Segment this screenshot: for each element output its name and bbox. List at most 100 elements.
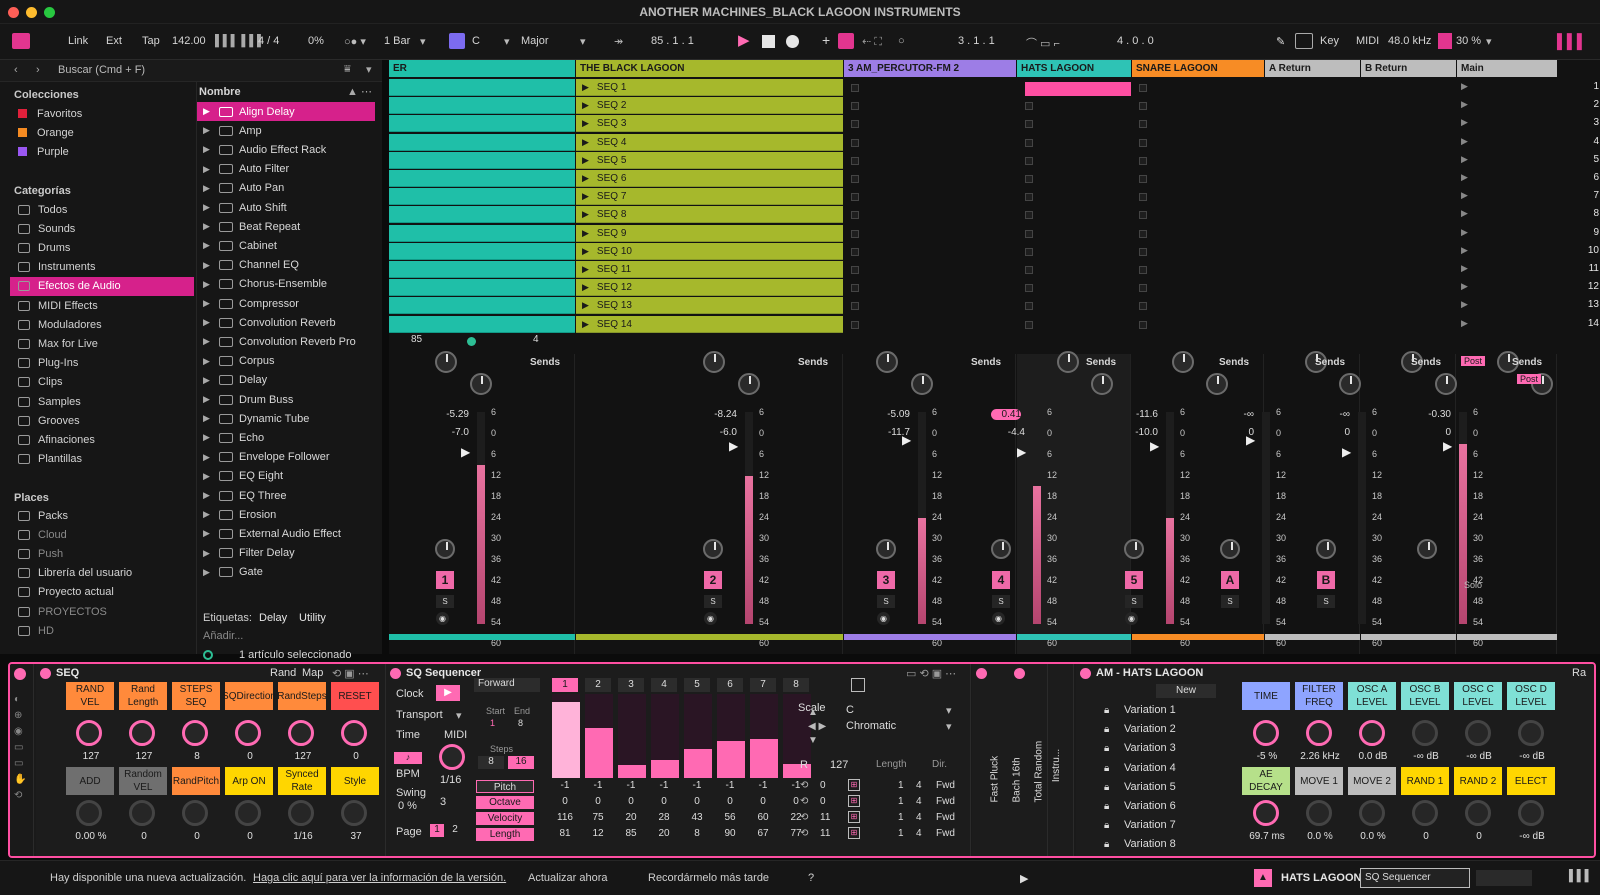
browser-item[interactable]: ▶ Auto Filter <box>197 160 375 179</box>
loop-length-field[interactable]: 4 . 0 . 0 <box>1117 35 1154 47</box>
step-octave-value[interactable]: 0 <box>684 796 710 807</box>
expand-arrow-icon[interactable]: ▶ <box>203 394 213 405</box>
side-row-direction[interactable]: Fwd <box>936 828 955 839</box>
punch-loop-icons[interactable]: ⌒ ▭ ⌐ <box>1026 35 1060 51</box>
side-row-toggle-icon[interactable]: ⊞ <box>848 827 860 839</box>
variation-item[interactable]: Variation 5 <box>1124 781 1176 793</box>
clip-slot[interactable] <box>389 115 575 133</box>
seq-bottom-button[interactable]: Style <box>331 767 379 795</box>
track-activator-button[interactable]: A <box>1221 571 1239 589</box>
side-row-icon[interactable]: ⟲ <box>800 812 808 823</box>
scene-launch-icon[interactable]: ▶ <box>1461 190 1468 201</box>
macro-bottom-knob[interactable] <box>1253 800 1279 826</box>
solo-button[interactable]: S <box>877 595 895 608</box>
back-arrow-icon[interactable]: ‹ <box>14 64 18 76</box>
scene-number[interactable]: 13 <box>1539 299 1599 310</box>
seq-bottom-knob[interactable] <box>288 800 314 826</box>
track-header[interactable]: A Return <box>1265 60 1360 77</box>
clip-stop-button[interactable] <box>851 284 859 293</box>
place-item[interactable]: Packs <box>10 506 194 525</box>
clip-play-icon[interactable]: ▶ <box>582 319 589 329</box>
clip-slot[interactable] <box>389 97 575 115</box>
clip[interactable]: ▶ SEQ 9 <box>576 224 843 242</box>
pan-knob[interactable] <box>703 539 723 559</box>
step-length-value[interactable]: 81 <box>552 828 578 839</box>
clip[interactable]: ▶ SEQ 3 <box>576 115 843 133</box>
volume-fader-icon[interactable]: ▶ <box>1150 439 1159 453</box>
track-header[interactable]: B Return <box>1361 60 1456 77</box>
midi-map-button[interactable]: MIDI <box>1356 35 1379 47</box>
swing-count[interactable]: 3 <box>440 796 446 808</box>
step-octave-value[interactable]: 0 <box>552 796 578 807</box>
track-activator-button[interactable]: B <box>1317 571 1335 589</box>
step-pitch-value[interactable]: -1 <box>651 780 677 791</box>
step-number[interactable]: 3 <box>618 678 644 692</box>
clip-stop-button[interactable] <box>851 211 859 220</box>
track-header[interactable]: 3 AM_PERCUTOR-FM 2 <box>844 60 1016 77</box>
time-tab[interactable]: Time <box>396 729 420 741</box>
midi-tab[interactable]: MIDI <box>444 729 467 741</box>
seq-bottom-button[interactable]: RandPitch <box>172 767 220 795</box>
track-header[interactable]: THE BLACK LAGOON <box>576 60 843 77</box>
volume-fader-icon[interactable]: ▶ <box>729 439 738 453</box>
seq-map-button[interactable]: Map <box>302 667 323 679</box>
solo-label[interactable]: Solo <box>1464 580 1482 590</box>
expand-arrow-icon[interactable]: ▶ <box>203 183 213 194</box>
clip-slot[interactable] <box>389 224 575 242</box>
expand-arrow-icon[interactable]: ▶ <box>203 202 213 213</box>
scene-number[interactable]: 8 <box>1539 208 1599 219</box>
collection-item[interactable]: Purple <box>10 142 194 161</box>
record-icon[interactable] <box>786 35 799 48</box>
variation-lock-icon[interactable]: 🔒︎ <box>1104 801 1109 812</box>
pan-knob[interactable] <box>876 539 896 559</box>
clip-stop-button[interactable] <box>851 193 859 202</box>
direction-pad-icon[interactable]: ▲ ◀ ▶ ▼ <box>808 706 826 748</box>
expand-arrow-icon[interactable]: ▶ <box>203 317 213 328</box>
macro-top-label[interactable]: OSC A LEVEL <box>1348 682 1396 710</box>
side-row-icon[interactable]: ⟲ <box>800 780 808 791</box>
scene-number[interactable]: 12 <box>1539 281 1599 292</box>
solo-button[interactable]: S <box>992 595 1010 608</box>
scene-number[interactable]: 4 <box>1539 136 1599 147</box>
rack-label[interactable]: Total Random <box>1034 713 1045 803</box>
category-item[interactable]: Plug-Ins <box>10 354 194 373</box>
step-pitch-value[interactable]: -1 <box>552 780 578 791</box>
steps-16-button[interactable]: 16 <box>508 756 534 769</box>
track-activator-button[interactable]: 2 <box>704 571 722 589</box>
macro-top-label[interactable]: OSC B LEVEL <box>1401 682 1449 710</box>
clip-stop-button[interactable] <box>1025 320 1033 329</box>
clip-stop-button[interactable] <box>1025 120 1033 129</box>
scene-launch-icon[interactable]: ▶ <box>1461 208 1468 219</box>
step-octave-value[interactable]: 0 <box>750 796 776 807</box>
step-octave-value[interactable]: 0 <box>618 796 644 807</box>
macro-top-knob[interactable] <box>1306 720 1332 746</box>
place-item[interactable]: Proyecto actual <box>10 583 194 602</box>
clip[interactable]: ▶ SEQ 11 <box>576 261 843 278</box>
clip-stop-button[interactable] <box>851 102 859 111</box>
send-b-knob[interactable] <box>1206 373 1228 395</box>
side-row-value[interactable]: 0 <box>820 796 826 807</box>
step-velocity-value[interactable]: 28 <box>651 812 677 823</box>
category-item[interactable]: MIDI Effects <box>10 296 194 315</box>
sort-ascending-icon[interactable]: ▲ ⋯ <box>347 85 372 98</box>
browser-item[interactable]: ▶ Echo <box>197 428 375 447</box>
clip-stop-button[interactable] <box>1025 247 1033 256</box>
draw-mode-icon[interactable]: ✎ <box>1276 35 1285 48</box>
send-b-knob[interactable] <box>1435 373 1457 395</box>
direction-select[interactable]: Forward <box>474 678 540 692</box>
cpu-chevron-icon[interactable]: ▾ <box>1486 35 1492 48</box>
side-row-length-a[interactable]: 1 <box>898 828 904 839</box>
instrument-rack-label[interactable]: Instru... <box>1051 749 1062 782</box>
clip-slot[interactable] <box>389 188 575 206</box>
clip-stop-button[interactable] <box>851 120 859 129</box>
step-velocity-value[interactable]: 20 <box>618 812 644 823</box>
send-b-knob[interactable] <box>911 373 933 395</box>
browser-item[interactable]: ▶ Convolution Reverb <box>197 313 375 332</box>
expand-arrow-icon[interactable]: ▶ <box>203 509 213 520</box>
clip-stop-button[interactable] <box>1139 120 1147 129</box>
volume-fader-icon[interactable]: ▶ <box>1342 445 1351 459</box>
scene-launch-icon[interactable]: ▶ <box>1461 281 1468 292</box>
remind-later-button[interactable]: Recordármelo más tarde <box>648 872 769 884</box>
clip-play-icon[interactable]: ▶ <box>582 137 589 147</box>
device-power-icon[interactable] <box>14 668 26 680</box>
